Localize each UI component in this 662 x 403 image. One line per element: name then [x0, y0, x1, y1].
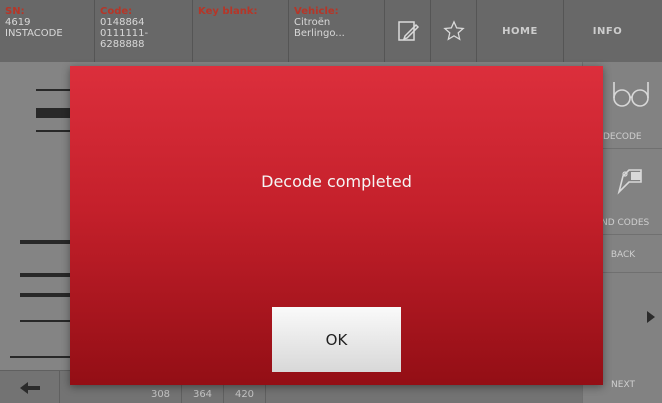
ok-button[interactable]: OK	[272, 307, 401, 372]
modal-overlay: Decode completed OK	[0, 0, 662, 403]
dialog-message: Decode completed	[261, 172, 412, 191]
decode-complete-dialog: Decode completed OK	[70, 66, 603, 385]
